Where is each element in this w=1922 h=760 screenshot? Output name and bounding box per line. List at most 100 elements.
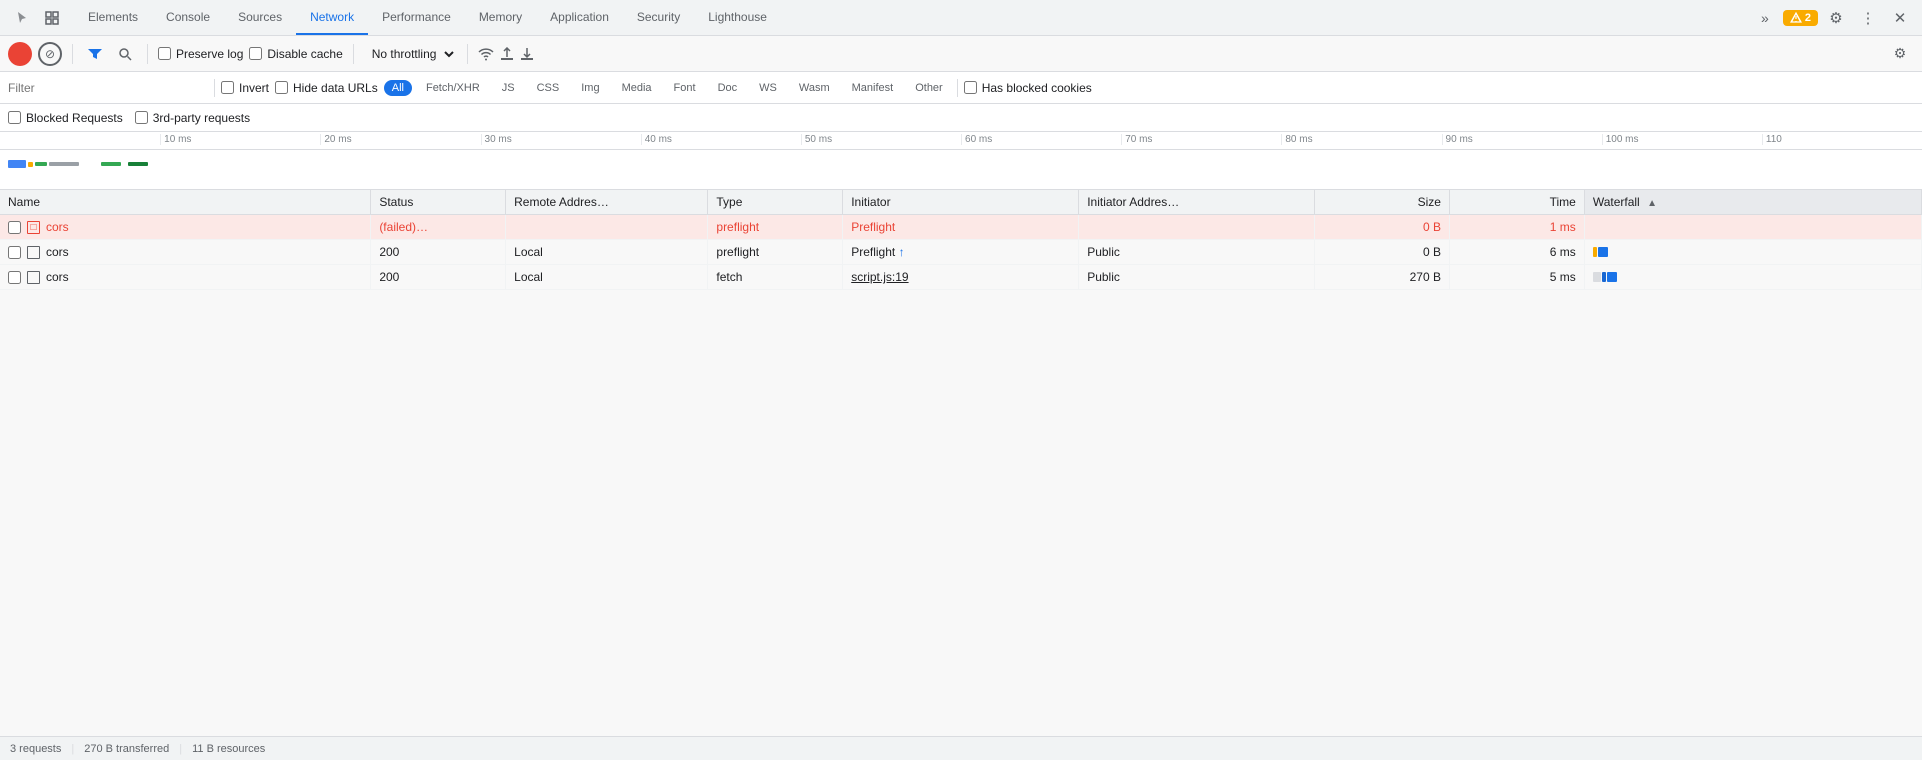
cell-initiator-addr-1 [1079, 215, 1315, 240]
blocked-requests-checkbox[interactable] [8, 111, 21, 124]
tab-lighthouse[interactable]: Lighthouse [694, 0, 781, 35]
tab-console[interactable]: Console [152, 0, 224, 35]
timeline-chart [0, 150, 1922, 190]
hide-data-urls-label[interactable]: Hide data URLs [275, 81, 378, 95]
cell-waterfall-3 [1584, 265, 1921, 290]
more-tabs-button[interactable]: » [1751, 4, 1779, 32]
chip-ws[interactable]: WS [751, 80, 785, 96]
resources-size: 11 B resources [192, 743, 265, 755]
disable-cache-label[interactable]: Disable cache [249, 47, 342, 61]
ruler-mark-11: 110 [1762, 134, 1922, 145]
preflight-arrow-icon-2: ↑ [899, 245, 905, 259]
status-sep-2: | [179, 743, 182, 755]
chip-wasm[interactable]: Wasm [791, 80, 838, 96]
network-settings-icon[interactable]: ⚙ [1886, 40, 1914, 68]
has-blocked-cookies-label[interactable]: Has blocked cookies [964, 81, 1092, 95]
issue-badge-button[interactable]: 2 [1783, 10, 1818, 26]
cursor-icon[interactable] [8, 4, 36, 32]
error-icon-1: □ [27, 221, 40, 234]
ruler-mark-6: 60 ms [961, 134, 1121, 145]
close-button[interactable]: ✕ [1886, 4, 1914, 32]
throttle-select[interactable]: No throttling [364, 44, 457, 64]
name-text-3[interactable]: cors [46, 270, 69, 284]
third-party-label[interactable]: 3rd-party requests [135, 111, 250, 125]
has-blocked-cookies-checkbox[interactable] [964, 81, 977, 94]
tab-memory[interactable]: Memory [465, 0, 536, 35]
chip-font[interactable]: Font [666, 80, 704, 96]
tab-performance[interactable]: Performance [368, 0, 465, 35]
hide-data-urls-checkbox[interactable] [275, 81, 288, 94]
name-text-1[interactable]: cors [46, 220, 69, 234]
disable-cache-checkbox[interactable] [249, 47, 262, 60]
col-time[interactable]: Time [1449, 190, 1584, 215]
download-icon [520, 47, 534, 61]
more-options-button[interactable]: ⋮ [1854, 4, 1882, 32]
upload-icon [500, 47, 514, 61]
inspect-icon[interactable] [38, 4, 66, 32]
settings-button[interactable]: ⚙ [1822, 4, 1850, 32]
cell-status-1: (failed)… [371, 215, 506, 240]
col-remote-address[interactable]: Remote Addres… [506, 190, 708, 215]
requests-count: 3 requests [10, 743, 61, 755]
col-initiator[interactable]: Initiator [843, 190, 1079, 215]
cell-time-2: 6 ms [1449, 240, 1584, 265]
tab-elements[interactable]: Elements [74, 0, 152, 35]
table-row: □ cors (failed)… preflight Preflight 0 B… [0, 215, 1922, 240]
timeline-ruler: 10 ms 20 ms 30 ms 40 ms 50 ms 60 ms 70 m… [0, 132, 1922, 150]
tab-network[interactable]: Network [296, 0, 368, 35]
filter-input[interactable] [8, 81, 208, 95]
cell-remote-1 [506, 215, 708, 240]
chip-css[interactable]: CSS [529, 80, 568, 96]
invert-checkbox[interactable] [221, 81, 234, 94]
col-name[interactable]: Name [0, 190, 371, 215]
row-checkbox-1[interactable] [8, 221, 21, 234]
chip-manifest[interactable]: Manifest [844, 80, 902, 96]
chip-fetch-xhr[interactable]: Fetch/XHR [418, 80, 488, 96]
chip-js[interactable]: JS [494, 80, 523, 96]
ruler-mark-5: 50 ms [801, 134, 961, 145]
filter-icon[interactable] [83, 42, 107, 66]
third-party-checkbox[interactable] [135, 111, 148, 124]
chip-doc[interactable]: Doc [710, 80, 746, 96]
wf-bar-3-2 [1602, 272, 1606, 282]
ruler-mark-1: 10 ms [160, 134, 320, 145]
preserve-log-checkbox[interactable] [158, 47, 171, 60]
search-icon[interactable] [113, 42, 137, 66]
chip-other[interactable]: Other [907, 80, 951, 96]
ruler-mark-2: 20 ms [320, 134, 480, 145]
tab-application[interactable]: Application [536, 0, 623, 35]
record-button[interactable] [8, 42, 32, 66]
cell-waterfall-1 [1584, 215, 1921, 240]
row-checkbox-3[interactable] [8, 271, 21, 284]
col-size[interactable]: Size [1315, 190, 1450, 215]
chip-media[interactable]: Media [614, 80, 660, 96]
initiator-link-3[interactable]: script.js:19 [851, 270, 908, 284]
cell-time-1: 1 ms [1449, 215, 1584, 240]
network-table: Name Status Remote Addres… Type Initiato… [0, 190, 1922, 290]
cell-type-1: preflight [708, 215, 843, 240]
chip-img[interactable]: Img [573, 80, 607, 96]
tab-security[interactable]: Security [623, 0, 694, 35]
chip-all[interactable]: All [384, 80, 412, 96]
col-type[interactable]: Type [708, 190, 843, 215]
wf-bar-3-1 [1593, 272, 1601, 282]
tab-sources[interactable]: Sources [224, 0, 296, 35]
invert-label[interactable]: Invert [221, 81, 269, 95]
preserve-log-label[interactable]: Preserve log [158, 47, 243, 61]
ruler-mark-4: 40 ms [641, 134, 801, 145]
blocked-requests-label[interactable]: Blocked Requests [8, 111, 123, 125]
col-status[interactable]: Status [371, 190, 506, 215]
cell-status-2: 200 [371, 240, 506, 265]
separator-1 [72, 44, 73, 64]
cell-type-3: fetch [708, 265, 843, 290]
row-checkbox-2[interactable] [8, 246, 21, 259]
cell-size-1: 0 B [1315, 215, 1450, 240]
col-initiator-address[interactable]: Initiator Addres… [1079, 190, 1315, 215]
name-text-2[interactable]: cors [46, 245, 69, 259]
ruler-mark-7: 70 ms [1121, 134, 1281, 145]
clear-button[interactable]: ⊘ [38, 42, 62, 66]
col-waterfall[interactable]: Waterfall ▲ [1584, 190, 1921, 215]
ruler-mark-10: 100 ms [1602, 134, 1762, 145]
cell-waterfall-2 [1584, 240, 1921, 265]
cell-type-2: preflight [708, 240, 843, 265]
